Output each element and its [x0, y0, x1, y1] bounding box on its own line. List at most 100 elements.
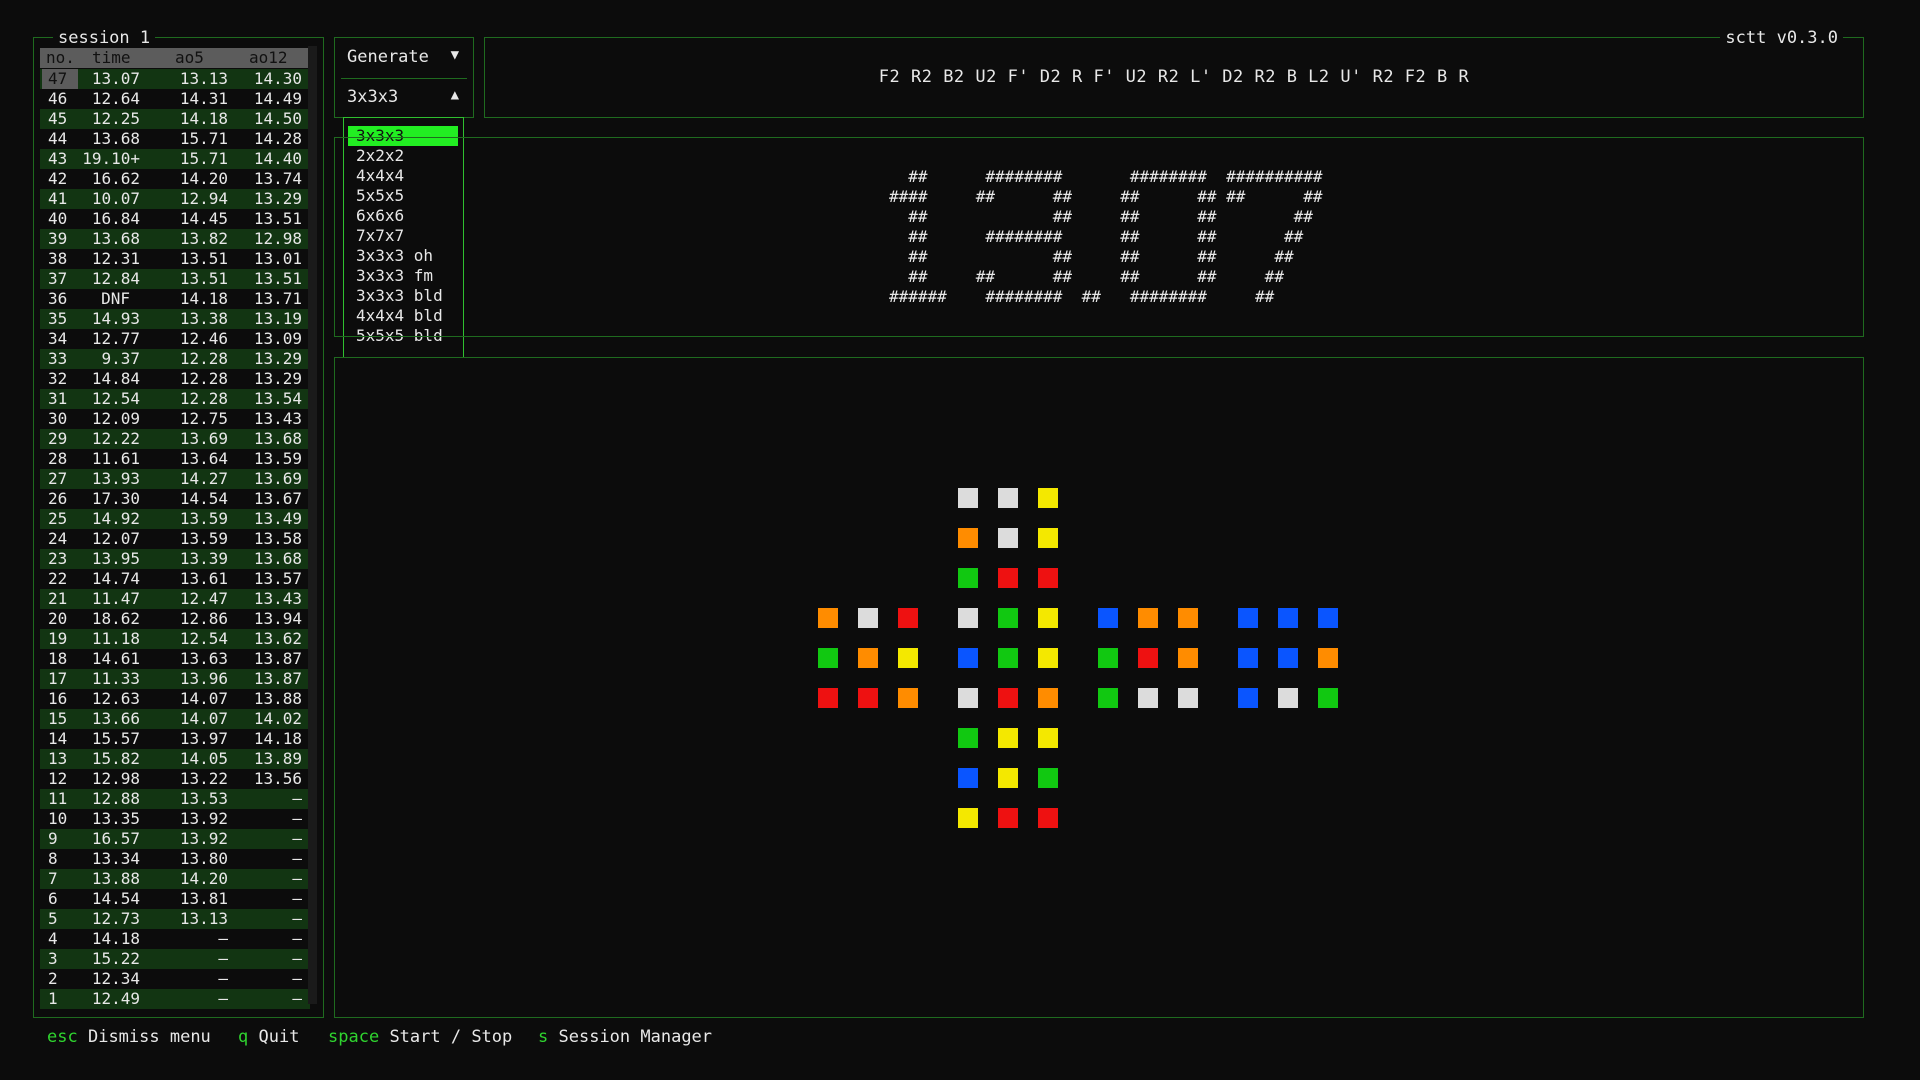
cell-no: 46: [48, 89, 68, 108]
table-row[interactable]: 41 10.07 12.94 13.29: [40, 189, 310, 209]
cell-time: 9.37: [101, 349, 140, 368]
cell-time: 19.10+: [82, 149, 140, 168]
cell-ao12: 13.29: [253, 369, 302, 388]
table-row[interactable]: 32 14.84 12.28 13.29: [40, 369, 310, 389]
table-row[interactable]: 1 12.49 – –: [40, 989, 310, 1009]
table-row[interactable]: 44 13.68 15.71 14.28: [40, 129, 310, 149]
table-row[interactable]: 20 18.62 12.86 13.94: [40, 609, 310, 629]
table-row[interactable]: 27 13.93 14.27 13.69: [40, 469, 310, 489]
times-table[interactable]: 47 13.07 13.13 14.30 46 12.64 14.31 14.49 45 12.2…: [40, 69, 310, 1009]
table-row[interactable]: 43 19.10+ 15.71 14.40: [40, 149, 310, 169]
cell-time: 12.54: [91, 389, 140, 408]
cube-sticker-d: [958, 808, 978, 828]
cube-sticker-u: [998, 528, 1018, 548]
cell-ao5: 13.53: [179, 789, 228, 808]
table-row[interactable]: 19 11.18 12.54 13.62: [40, 629, 310, 649]
cell-time: 14.93: [91, 309, 140, 328]
table-row[interactable]: 31 12.54 12.28 13.54: [40, 389, 310, 409]
puzzle-select[interactable]: 3x3x3: [347, 87, 398, 107]
cell-no: 9: [48, 829, 58, 848]
cube-sticker-l: [858, 648, 878, 668]
keybind-key: q: [238, 1027, 249, 1047]
cube-sticker-u: [958, 488, 978, 508]
table-row[interactable]: 28 11.61 13.64 13.59: [40, 449, 310, 469]
table-row[interactable]: 2 12.34 – –: [40, 969, 310, 989]
table-row[interactable]: 36 DNF 14.18 13.71: [40, 289, 310, 309]
cell-ao5: 13.92: [179, 829, 228, 848]
cell-ao12: 13.62: [253, 629, 302, 648]
cell-no: 33: [48, 349, 68, 368]
cell-ao5: 14.31: [179, 89, 228, 108]
cell-ao5: 13.82: [179, 229, 228, 248]
cell-time: 12.98: [91, 769, 140, 788]
table-row[interactable]: 22 14.74 13.61 13.57: [40, 569, 310, 589]
cube-sticker-f: [998, 688, 1018, 708]
cell-no: 21: [48, 589, 68, 608]
cube-sticker-f: [998, 608, 1018, 628]
table-row[interactable]: 6 14.54 13.81 –: [40, 889, 310, 909]
table-row[interactable]: 46 12.64 14.31 14.49: [40, 89, 310, 109]
table-row[interactable]: 23 13.95 13.39 13.68: [40, 549, 310, 569]
scrollbar[interactable]: [308, 46, 317, 1004]
table-row[interactable]: 42 16.62 14.20 13.74: [40, 169, 310, 189]
cell-ao5: 13.80: [179, 849, 228, 868]
table-row[interactable]: 25 14.92 13.59 13.49: [40, 509, 310, 529]
cell-ao12: 12.98: [253, 229, 302, 248]
cube-sticker-b: [1278, 688, 1298, 708]
cell-time: 14.84: [91, 369, 140, 388]
table-row[interactable]: 35 14.93 13.38 13.19: [40, 309, 310, 329]
table-row[interactable]: 39 13.68 13.82 12.98: [40, 229, 310, 249]
table-row[interactable]: 5 12.73 13.13 –: [40, 909, 310, 929]
session-title: session 1: [53, 29, 156, 47]
cell-ao5: 14.54: [179, 489, 228, 508]
cell-no: 5: [48, 909, 58, 928]
table-row[interactable]: 38 12.31 13.51 13.01: [40, 249, 310, 269]
table-row[interactable]: 26 17.30 14.54 13.67: [40, 489, 310, 509]
cell-ao5: 13.64: [179, 449, 228, 468]
timer-display: ## ######## ######## ########## #### ## …: [889, 167, 1323, 306]
generate-button[interactable]: Generate: [347, 47, 429, 67]
table-row[interactable]: 17 11.33 13.96 13.87: [40, 669, 310, 689]
cell-ao12: 13.01: [253, 249, 302, 268]
cell-time: 12.07: [91, 529, 140, 548]
table-row[interactable]: 40 16.84 14.45 13.51: [40, 209, 310, 229]
table-row[interactable]: 12 12.98 13.22 13.56: [40, 769, 310, 789]
table-row[interactable]: 13 15.82 14.05 13.89: [40, 749, 310, 769]
table-row[interactable]: 16 12.63 14.07 13.88: [40, 689, 310, 709]
cube-sticker-r: [1178, 688, 1198, 708]
table-row[interactable]: 45 12.25 14.18 14.50: [40, 109, 310, 129]
keybind-label: Dismiss menu: [87, 1027, 211, 1047]
table-row[interactable]: 3 15.22 – –: [40, 949, 310, 969]
table-row[interactable]: 11 12.88 13.53 –: [40, 789, 310, 809]
table-row[interactable]: 7 13.88 14.20 –: [40, 869, 310, 889]
cell-no: 1: [48, 989, 58, 1008]
table-row[interactable]: 9 16.57 13.92 –: [40, 829, 310, 849]
table-row[interactable]: 37 12.84 13.51 13.51: [40, 269, 310, 289]
table-row[interactable]: 18 14.61 13.63 13.87: [40, 649, 310, 669]
cell-time: 11.18: [91, 629, 140, 648]
table-row[interactable]: 4 14.18 – –: [40, 929, 310, 949]
cell-ao12: 13.68: [253, 549, 302, 568]
table-row[interactable]: 14 15.57 13.97 14.18: [40, 729, 310, 749]
col-ao5-header: ao5: [175, 48, 204, 67]
keybind-hint: s Session Manager: [538, 1027, 712, 1047]
divider: [341, 78, 467, 79]
table-row[interactable]: 10 13.35 13.92 –: [40, 809, 310, 829]
table-row[interactable]: 21 11.47 12.47 13.43: [40, 589, 310, 609]
table-row[interactable]: 30 12.09 12.75 13.43: [40, 409, 310, 429]
table-row[interactable]: 47 13.07 13.13 14.30: [40, 69, 310, 89]
chevron-up-icon[interactable]: ▲: [451, 87, 459, 103]
table-row[interactable]: 34 12.77 12.46 13.09: [40, 329, 310, 349]
cell-ao5: 13.51: [179, 249, 228, 268]
cell-time: 13.93: [91, 469, 140, 488]
table-row[interactable]: 15 13.66 14.07 14.02: [40, 709, 310, 729]
cell-ao12: 14.40: [253, 149, 302, 168]
cell-time: 12.63: [91, 689, 140, 708]
chevron-down-icon[interactable]: ▼: [451, 47, 459, 63]
table-row[interactable]: 8 13.34 13.80 –: [40, 849, 310, 869]
table-row[interactable]: 33 9.37 12.28 13.29: [40, 349, 310, 369]
table-row[interactable]: 24 12.07 13.59 13.58: [40, 529, 310, 549]
cube-sticker-f: [958, 648, 978, 668]
table-row[interactable]: 29 12.22 13.69 13.68: [40, 429, 310, 449]
cell-ao5: 13.13: [179, 909, 228, 928]
